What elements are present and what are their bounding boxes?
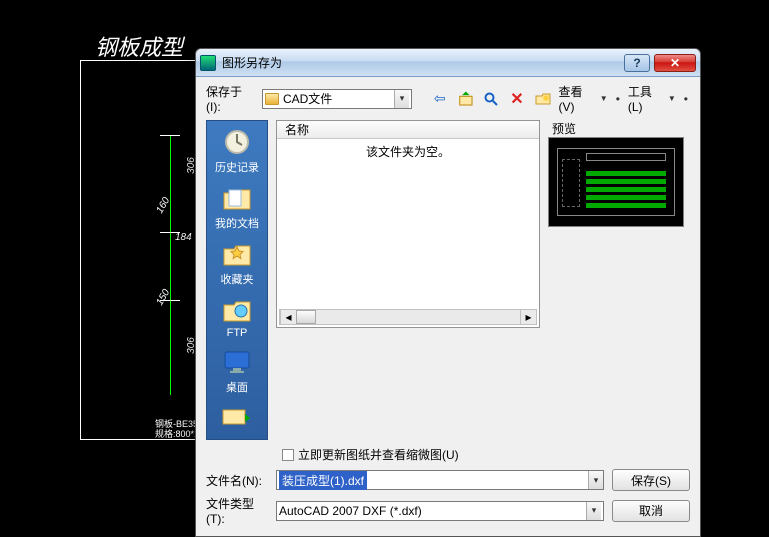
close-button[interactable]: ✕: [654, 54, 696, 72]
save-button[interactable]: 保存(S): [612, 469, 690, 491]
preview-thumbnail: [548, 137, 684, 227]
place-history[interactable]: 历史记录: [209, 127, 265, 175]
list-empty-message: 该文件夹为空。: [277, 143, 539, 160]
save-in-value: CAD文件: [283, 90, 394, 107]
list-header-name[interactable]: 名称: [277, 121, 539, 139]
scroll-thumb[interactable]: [296, 310, 316, 324]
cancel-button[interactable]: 取消: [612, 500, 690, 522]
place-favorites[interactable]: 收藏夹: [209, 239, 265, 287]
filename-value: 装压成型(1).dxf: [279, 471, 367, 490]
horizontal-scrollbar[interactable]: ◂ ▸: [279, 309, 537, 325]
place-more[interactable]: [209, 403, 265, 433]
place-mydocs[interactable]: 我的文档: [209, 183, 265, 231]
search-icon[interactable]: [481, 89, 501, 109]
place-ftp[interactable]: FTP: [209, 295, 265, 339]
dialog-title: 图形另存为: [222, 54, 624, 71]
up-button[interactable]: [456, 89, 476, 109]
save-in-combo[interactable]: CAD文件: [262, 89, 412, 109]
update-thumb-checkbox[interactable]: [282, 449, 294, 461]
back-button[interactable]: ⇦: [430, 89, 450, 109]
app-icon: [200, 55, 216, 71]
update-thumb-label: 立即更新图纸并查看缩微图(U): [298, 446, 459, 463]
places-bar: 历史记录 我的文档 收藏夹 FTP 桌面: [206, 120, 268, 440]
tools-menu[interactable]: 工具(L)▼: [628, 83, 676, 114]
filetype-value: AutoCAD 2007 DXF (*.dxf): [279, 504, 586, 518]
help-button[interactable]: ?: [624, 54, 650, 72]
delete-button[interactable]: ✕: [507, 89, 527, 109]
chevron-down-icon[interactable]: [588, 471, 603, 489]
chevron-down-icon[interactable]: [394, 90, 409, 108]
view-menu[interactable]: 查看(V)▼: [558, 83, 607, 114]
filetype-combo[interactable]: AutoCAD 2007 DXF (*.dxf): [276, 501, 604, 521]
new-folder-icon[interactable]: [533, 89, 553, 109]
dialog-titlebar[interactable]: 图形另存为 ? ✕: [196, 49, 700, 77]
preview-label: 预览: [552, 120, 690, 137]
dim-184: 184: [175, 232, 192, 243]
chevron-down-icon[interactable]: [586, 502, 601, 520]
filename-input[interactable]: 装压成型(1).dxf: [276, 470, 604, 490]
scroll-right-icon[interactable]: ▸: [520, 310, 536, 324]
cad-drawing-title: 钢板成型: [95, 30, 183, 62]
file-list[interactable]: 名称 该文件夹为空。 ◂ ▸: [276, 120, 540, 328]
place-desktop[interactable]: 桌面: [209, 347, 265, 395]
separator: •: [682, 92, 690, 106]
separator: •: [614, 92, 622, 106]
filename-label: 文件名(N):: [206, 472, 268, 489]
folder-icon: [265, 93, 279, 105]
scroll-left-icon[interactable]: ◂: [280, 310, 296, 324]
save-as-dialog: 图形另存为 ? ✕ 保存于(I): CAD文件 ⇦ ✕: [195, 48, 701, 537]
save-in-label: 保存于(I):: [206, 83, 256, 114]
